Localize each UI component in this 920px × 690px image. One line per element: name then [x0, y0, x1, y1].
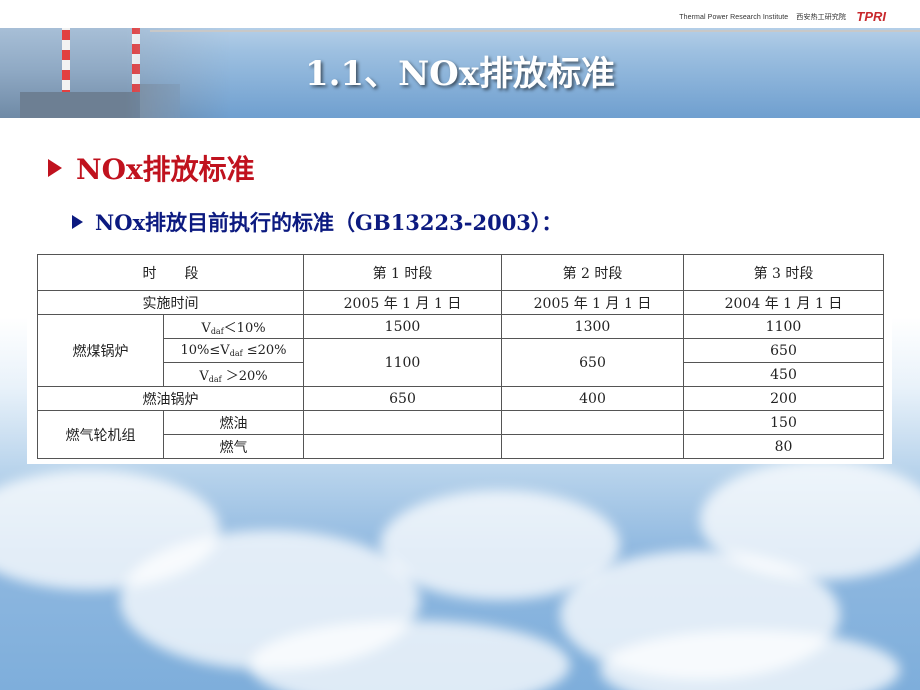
condition-cell: Vdaf ＞20% [163, 362, 304, 387]
standards-table-panel: 时 段 第 1 时段 第 2 时段 第 3 时段 实施时间 2005 年 1 月… [27, 246, 892, 464]
value-cell: 1500 [303, 314, 502, 339]
fuel-cell: 燃气 [163, 434, 304, 459]
impl-date-cell: 2005 年 1 月 1 日 [501, 290, 684, 315]
section-heading-text: NOx排放标准 [76, 153, 255, 186]
slide-title: 1.1、NOx排放标准 [304, 54, 616, 94]
fuel-cell: 燃油 [163, 410, 304, 435]
table-header-row: 时 段 第 1 时段 第 2 时段 第 3 时段 [37, 254, 884, 291]
coal-boiler-label: 燃煤锅炉 [37, 314, 164, 387]
value-cell: 200 [683, 386, 884, 411]
table-row: 10%≤Vdaf ≤20% 1100 650 650 [38, 338, 884, 387]
value-cell: 1100 [683, 314, 884, 339]
value-cell: 650 [683, 338, 884, 363]
arrow-bullet-icon [72, 215, 83, 229]
table-row: 燃气 80 [38, 434, 884, 459]
condition-cell: Vdaf＜10% [163, 314, 304, 339]
header-band: Thermal Power Research Institute 西安热工研究院 … [0, 0, 920, 118]
tpri-logo: TPRI [856, 9, 886, 24]
value-cell: 80 [683, 434, 884, 459]
table-row: 燃油锅炉 650 400 200 [37, 386, 884, 411]
org-name-cn: 西安热工研究院 [796, 14, 846, 21]
header-cell: 时 段 [37, 254, 304, 291]
value-cell [303, 434, 502, 459]
impl-date-cell: 2004 年 1 月 1 日 [683, 290, 884, 315]
section-subheading: NOx排放目前执行的标准（GB13223-2003）： [72, 207, 562, 237]
header-cell: 第 2 时段 [501, 254, 684, 291]
table-row: 燃煤锅炉 Vdaf＜10% 1500 1300 1100 [37, 314, 884, 387]
oil-boiler-label: 燃油锅炉 [37, 386, 304, 411]
header-divider [150, 30, 920, 32]
org-name: Thermal Power Research Institute 西安热工研究院 [679, 12, 846, 22]
gas-turbine-label: 燃气轮机组 [37, 410, 164, 459]
header-cell: 第 3 时段 [683, 254, 884, 291]
value-cell: 400 [501, 386, 684, 411]
table-row: 实施时间 2005 年 1 月 1 日 2005 年 1 月 1 日 2004 … [37, 290, 884, 315]
nox-standards-table: 时 段 第 1 时段 第 2 时段 第 3 时段 实施时间 2005 年 1 月… [37, 254, 884, 459]
section-subheading-text: NOx排放目前执行的标准（GB13223-2003）： [95, 210, 563, 235]
arrow-bullet-icon [48, 159, 62, 177]
section-heading: NOx排放标准 [48, 148, 255, 188]
value-cell [501, 410, 684, 435]
value-cell: 1100 [303, 338, 502, 387]
impl-label-cell: 实施时间 [37, 290, 304, 315]
org-name-en: Thermal Power Research Institute [679, 14, 789, 21]
value-cell: 150 [683, 410, 884, 435]
value-cell [501, 434, 684, 459]
value-cell [303, 410, 502, 435]
value-cell: 1300 [501, 314, 684, 339]
condition-cell: 10%≤Vdaf ≤20% [163, 338, 304, 363]
table-row: 燃气轮机组 燃油 150 [37, 410, 884, 459]
header-cell: 第 1 时段 [303, 254, 502, 291]
value-cell: 450 [683, 362, 884, 387]
value-cell: 650 [303, 386, 502, 411]
impl-date-cell: 2005 年 1 月 1 日 [303, 290, 502, 315]
value-cell: 650 [501, 338, 684, 387]
